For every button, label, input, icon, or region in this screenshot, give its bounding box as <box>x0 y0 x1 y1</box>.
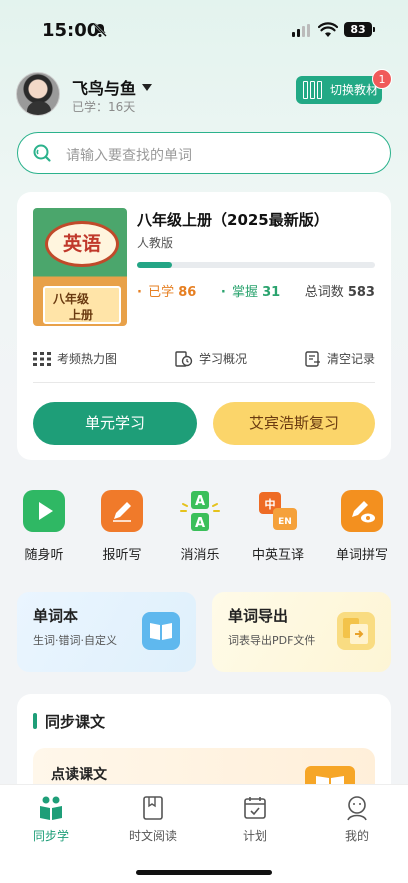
quick-action-dictation[interactable]: 报听写 <box>87 490 157 563</box>
bookmark-icon <box>140 795 166 821</box>
cover-grade-line1: 八年级 <box>53 292 90 306</box>
battery-icon: 83 <box>344 22 375 37</box>
word-book-title: 单词本 <box>33 607 79 625</box>
clear-records-label: 清空记录 <box>326 352 375 366</box>
profile-header: 飞鸟与鱼 已学：16天 切换教材 1 <box>16 69 392 118</box>
svg-text:A: A <box>195 494 205 509</box>
learned-days: 已学：16天 <box>72 100 136 114</box>
caret-down-icon <box>142 83 153 91</box>
switch-textbook-label: 切换教材 <box>330 83 379 97</box>
svg-text:A: A <box>195 516 205 531</box>
play-icon <box>23 490 65 532</box>
export-icon <box>337 612 375 650</box>
textbook-cover[interactable]: 英语 八年级 上册 <box>33 208 127 326</box>
section-accent-bar <box>33 713 37 729</box>
tab-sync-study[interactable]: 同步学 <box>11 795 91 844</box>
stat-total: 总词数 583 <box>304 285 375 300</box>
overview-label: 学习概况 <box>198 352 247 366</box>
quick-action-label: 消消乐 <box>180 548 220 563</box>
heatmap-button[interactable]: 考频热力图 <box>33 350 117 367</box>
book-clock-icon <box>175 350 193 367</box>
stat-learned: · 已学 86 <box>137 285 197 300</box>
user-icon <box>344 795 370 821</box>
status-time: 15:00 <box>42 20 100 41</box>
spell-icon <box>341 490 383 532</box>
word-book-card[interactable]: 单词本 生词·错词·自定义 <box>17 592 196 672</box>
svg-text:中: 中 <box>265 497 276 511</box>
status-bar: 15:00 83 <box>0 0 408 58</box>
clear-doc-icon <box>305 350 320 367</box>
cover-grade: 八年级 上册 <box>43 286 121 324</box>
overview-button[interactable]: 学习概况 <box>175 350 247 367</box>
tab-label: 时文阅读 <box>128 829 177 843</box>
quick-action-label: 随身听 <box>24 548 64 563</box>
quick-action-match[interactable]: AA 消消乐 <box>165 490 235 563</box>
username: 飞鸟与鱼 <box>72 79 137 98</box>
book-people-icon <box>38 795 64 821</box>
home-indicator <box>136 870 272 875</box>
progress-bar <box>137 262 375 268</box>
heatmap-label: 考频热力图 <box>57 352 118 366</box>
bottom-tab-bar: 同步学 时文阅读 计划 我的 <box>0 784 408 883</box>
search-icon <box>33 144 51 162</box>
avatar[interactable] <box>16 72 60 116</box>
unit-study-button[interactable]: 单元学习 <box>33 402 197 445</box>
search-placeholder: 请输入要查找的单词 <box>66 148 192 164</box>
quick-action-listen[interactable]: 随身听 <box>9 490 79 563</box>
calendar-check-icon <box>242 795 268 821</box>
textbook-publisher: 人教版 <box>137 236 174 250</box>
translate-icon: 中 EN <box>257 490 299 532</box>
tab-label: 我的 <box>344 829 369 843</box>
tab-plan[interactable]: 计划 <box>215 795 295 844</box>
tab-label: 同步学 <box>32 829 69 843</box>
word-export-subtitle: 词表导出PDF文件 <box>228 634 316 647</box>
cover-grade-line2: 上册 <box>69 308 94 322</box>
cell-signal-icon <box>292 24 310 37</box>
svg-text:EN: EN <box>278 517 292 527</box>
ebbinghaus-review-button[interactable]: 艾宾浩斯复习 <box>213 402 375 445</box>
quick-action-label: 报听写 <box>102 548 142 563</box>
wifi-icon <box>318 22 338 37</box>
quick-action-translate[interactable]: 中 EN 中英互译 <box>243 490 313 563</box>
divider <box>33 382 375 383</box>
word-book-subtitle: 生词·错词·自定义 <box>33 634 117 647</box>
pencil-icon <box>101 490 143 532</box>
word-export-card[interactable]: 单词导出 词表导出PDF文件 <box>212 592 391 672</box>
quick-action-spell[interactable]: 单词拼写 <box>327 490 397 563</box>
search-input[interactable]: 请输入要查找的单词 <box>17 132 391 174</box>
sync-lessons-title: 同步课文 <box>45 713 106 731</box>
progress-fill <box>137 262 173 268</box>
textbook-card: 英语 八年级 上册 八年级上册（2025最新版） 人教版 · 已学 86 · 掌… <box>17 192 391 460</box>
quick-action-label: 单词拼写 <box>335 548 388 563</box>
aa-match-icon: AA <box>179 490 221 532</box>
clear-records-button[interactable]: 清空记录 <box>305 350 375 367</box>
tab-label: 计划 <box>242 829 267 843</box>
books-icon <box>298 76 326 104</box>
switch-textbook-button[interactable]: 切换教材 <box>296 76 382 104</box>
textbook-tools: 考频热力图 学习概况 清空记录 <box>33 350 375 367</box>
notification-badge: 1 <box>372 69 392 89</box>
grid-icon <box>33 351 51 366</box>
word-stats: · 已学 86 · 掌握 31 总词数 583 <box>137 281 375 300</box>
user-switch[interactable]: 飞鸟与鱼 <box>72 75 153 99</box>
tab-reading[interactable]: 时文阅读 <box>113 795 193 844</box>
textbook-title: 八年级上册（2025最新版） <box>137 211 329 229</box>
tab-me[interactable]: 我的 <box>317 795 397 844</box>
read-lesson-title: 点读课文 <box>51 767 107 783</box>
quick-actions: 随身听 报听写 AA 消消乐 中 EN 中英互译 单词拼写 <box>0 490 408 570</box>
stat-mastered: · 掌握 31 <box>220 285 281 300</box>
bell-off-icon <box>93 23 107 37</box>
quick-action-label: 中英互译 <box>251 548 304 563</box>
cover-title: 英语 <box>45 221 119 267</box>
open-book-icon <box>142 612 180 650</box>
word-export-title: 单词导出 <box>228 607 289 625</box>
